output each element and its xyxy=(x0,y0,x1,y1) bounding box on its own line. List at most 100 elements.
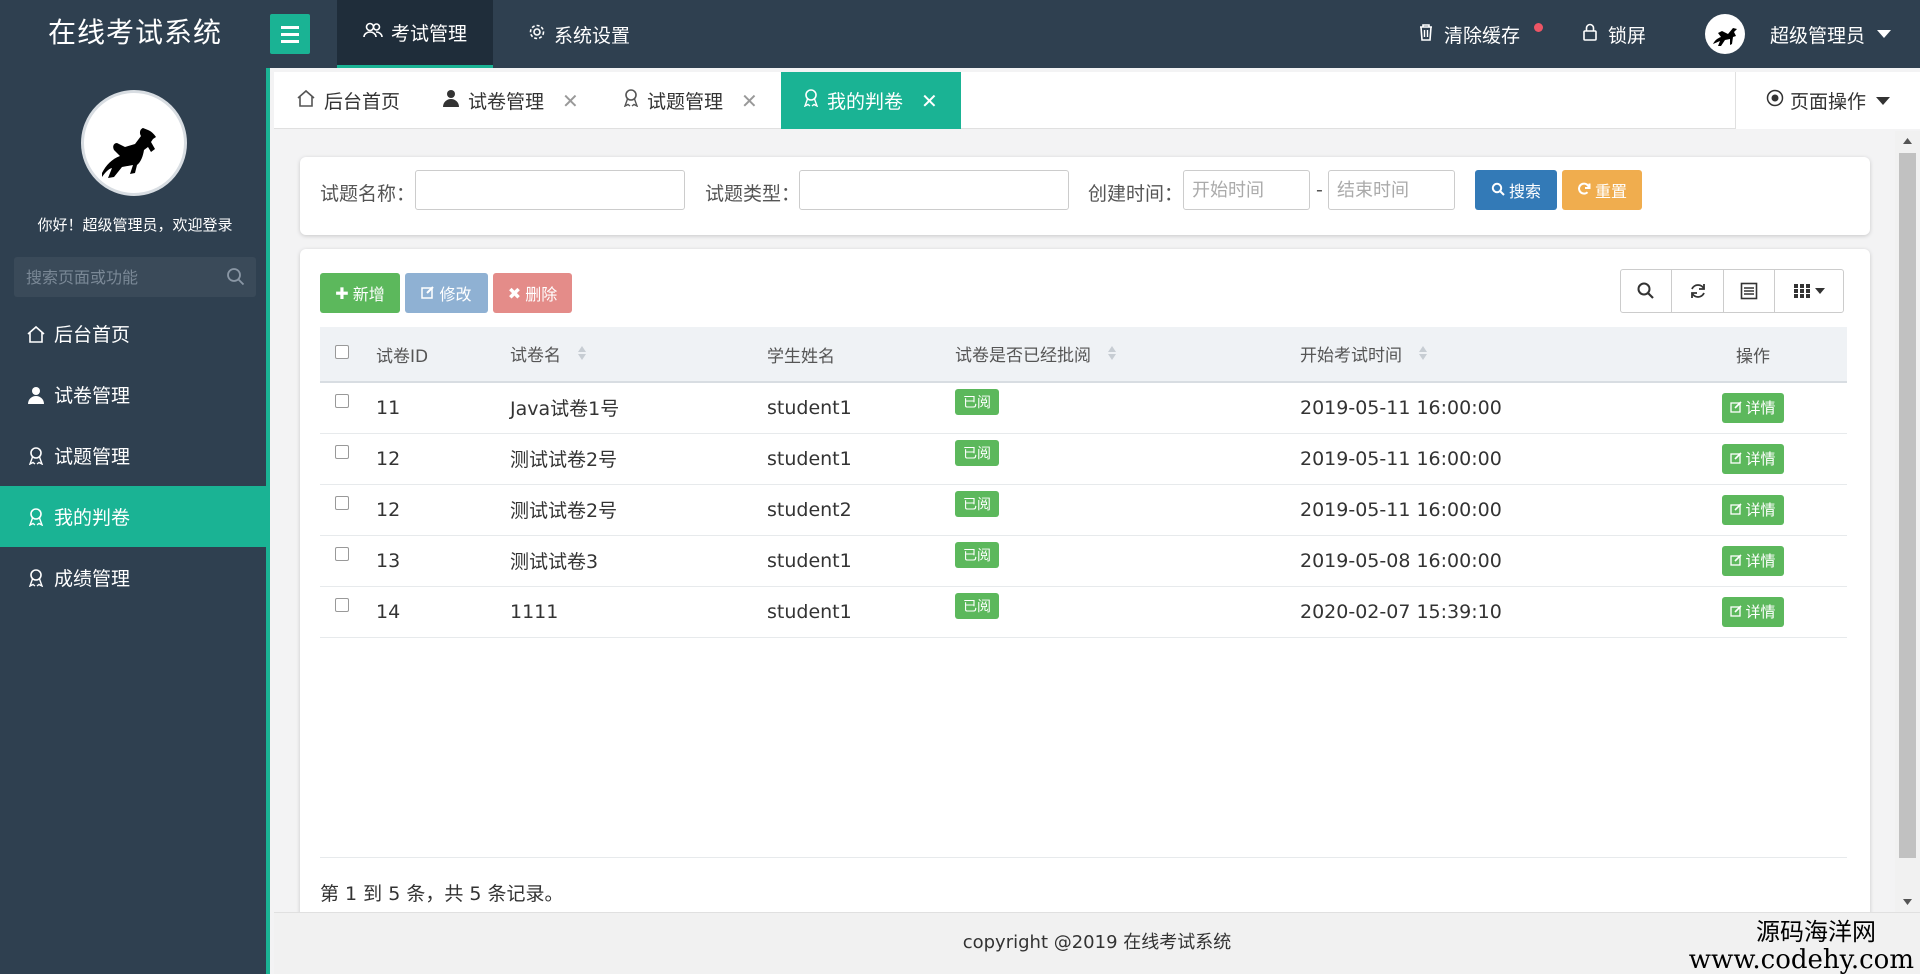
nav-system-settings[interactable]: 系统设置 xyxy=(502,0,656,68)
close-icon: ✖ xyxy=(507,283,522,303)
row-checkbox[interactable] xyxy=(335,597,349,612)
start-time-input[interactable] xyxy=(1183,170,1310,210)
profile-avatar xyxy=(81,90,187,196)
cell-start-time: 2019-05-11 16:00:00 xyxy=(1300,382,1659,434)
sidebar-item-home[interactable]: 后台首页 xyxy=(0,303,266,364)
sidebar-item-score-management[interactable]: 成绩管理 xyxy=(0,547,266,608)
search-icon xyxy=(1491,181,1505,200)
add-button[interactable]: ✚ 新增 xyxy=(320,273,400,313)
nav-exam-management[interactable]: 考试管理 xyxy=(337,0,494,68)
column-header-actions: 操作 xyxy=(1659,327,1847,383)
status-badge: 已阅 xyxy=(955,439,999,466)
watermark-line1: 源码海洋网 xyxy=(1756,918,1876,946)
refresh-icon xyxy=(1577,181,1591,200)
tab-paper-management[interactable]: 试卷管理 ✕ xyxy=(420,72,597,129)
trash-icon xyxy=(1418,23,1434,46)
search-icon[interactable] xyxy=(226,267,246,292)
columns-dropdown-button[interactable] xyxy=(1774,269,1844,313)
clear-cache-button[interactable]: 清除缓存 xyxy=(1418,0,1520,68)
gear-icon xyxy=(528,23,546,46)
sidebar-search-input[interactable] xyxy=(14,257,214,297)
status-badge: 已阅 xyxy=(955,388,999,415)
cell-paper-id: 12 xyxy=(376,433,510,485)
scroll-up-icon[interactable] xyxy=(1902,137,1913,145)
column-header-paper-id[interactable]: 试卷ID xyxy=(376,327,510,383)
close-icon[interactable]: ✕ xyxy=(741,89,758,113)
column-header-paper-name[interactable]: 试卷名 xyxy=(510,327,767,383)
award-icon xyxy=(26,507,46,526)
sort-icon xyxy=(1107,344,1117,367)
column-header-start-time[interactable]: 开始考试时间 xyxy=(1300,327,1659,383)
reset-button[interactable]: 重置 xyxy=(1562,170,1642,210)
welcome-text: 你好！超级管理员，欢迎登录 xyxy=(37,216,233,234)
tab-question-management[interactable]: 试题管理 ✕ xyxy=(601,72,776,129)
sidebar-item-my-grading[interactable]: 我的判卷 xyxy=(0,486,266,547)
select-all-cell xyxy=(320,327,376,383)
search-button[interactable]: 搜索 xyxy=(1475,170,1557,210)
cell-paper-id: 14 xyxy=(376,586,510,638)
cell-student: student1 xyxy=(767,382,955,434)
status-badge: 已阅 xyxy=(955,592,999,619)
refresh-icon xyxy=(1690,284,1705,298)
edit-icon xyxy=(1730,501,1743,519)
column-header-reviewed[interactable]: 试卷是否已经批阅 xyxy=(955,327,1300,383)
scroll-down-icon[interactable] xyxy=(1902,898,1913,906)
detail-button[interactable]: 详情 xyxy=(1722,596,1784,627)
chevron-down-icon xyxy=(1876,96,1890,105)
cell-paper-id: 12 xyxy=(376,484,510,536)
detail-button[interactable]: 详情 xyxy=(1722,392,1784,423)
question-type-input[interactable] xyxy=(799,170,1069,210)
edit-icon xyxy=(1730,603,1743,621)
question-name-label: 试题名称： xyxy=(320,183,416,205)
edit-icon xyxy=(1730,450,1743,468)
chevron-down-icon xyxy=(1815,288,1825,294)
table-row: 14 1111 student1 已阅 2020-02-07 15:39:10 … xyxy=(320,586,1847,638)
table-refresh-button[interactable] xyxy=(1671,269,1724,313)
detail-button[interactable]: 详情 xyxy=(1722,545,1784,576)
cell-paper-name: 测试试卷2号 xyxy=(510,484,767,536)
table-view-toggle-button[interactable] xyxy=(1723,269,1775,313)
row-checkbox[interactable] xyxy=(335,444,349,459)
cell-paper-name: Java试卷1号 xyxy=(510,382,767,434)
select-all-checkbox[interactable] xyxy=(335,345,349,359)
cell-start-time: 2019-05-11 16:00:00 xyxy=(1300,433,1659,485)
row-checkbox[interactable] xyxy=(335,393,349,408)
cell-start-time: 2019-05-08 16:00:00 xyxy=(1300,535,1659,587)
create-time-label: 创建时间： xyxy=(1088,183,1184,205)
watermark: 源码海洋网 www.codehy.com xyxy=(1689,918,1914,974)
sidebar-item-question-management[interactable]: 试题管理 xyxy=(0,425,266,486)
detail-button[interactable]: 详情 xyxy=(1722,494,1784,525)
table-search-button[interactable] xyxy=(1620,269,1672,313)
question-name-input[interactable] xyxy=(415,170,685,210)
table-divider xyxy=(320,857,1847,858)
detail-button[interactable]: 详情 xyxy=(1722,443,1784,474)
cell-paper-id: 13 xyxy=(376,535,510,587)
lock-screen-button[interactable]: 锁屏 xyxy=(1582,0,1646,68)
page-scrollbar[interactable] xyxy=(1895,131,1920,912)
close-icon[interactable]: ✕ xyxy=(562,89,579,113)
list-icon xyxy=(1740,282,1758,300)
sort-icon xyxy=(1418,344,1428,367)
cell-student: student2 xyxy=(767,484,955,536)
app-title: 在线考试系统 xyxy=(47,16,222,49)
top-header: 在线考试系统 考试管理 系统设置 清除缓存 锁屏 超级管理员 xyxy=(0,0,1920,68)
pagination-info: 第 1 到 5 条，共 5 条记录。 xyxy=(320,883,564,905)
user-menu[interactable]: 超级管理员 xyxy=(1770,0,1892,68)
cell-paper-name: 测试试卷3 xyxy=(510,535,767,587)
tab-home[interactable]: 后台首页 xyxy=(274,72,418,129)
sidebar-item-paper-management[interactable]: 试卷管理 xyxy=(0,364,266,425)
edit-button[interactable]: 修改 xyxy=(405,273,488,313)
question-type-label: 试题类型： xyxy=(705,183,801,205)
scrollbar-thumb[interactable] xyxy=(1899,153,1916,858)
user-icon xyxy=(442,89,460,112)
page-operations-dropdown[interactable]: 页面操作 xyxy=(1735,72,1920,129)
user-avatar[interactable] xyxy=(1705,14,1745,54)
tab-my-grading[interactable]: 我的判卷 ✕ xyxy=(781,72,961,129)
row-checkbox[interactable] xyxy=(335,495,349,510)
column-header-student-name[interactable]: 学生姓名 xyxy=(767,327,955,383)
close-icon[interactable]: ✕ xyxy=(921,89,938,113)
end-time-input[interactable] xyxy=(1328,170,1455,210)
menu-toggle-button[interactable] xyxy=(270,14,310,54)
row-checkbox[interactable] xyxy=(335,546,349,561)
delete-button[interactable]: ✖ 删除 xyxy=(493,273,572,313)
